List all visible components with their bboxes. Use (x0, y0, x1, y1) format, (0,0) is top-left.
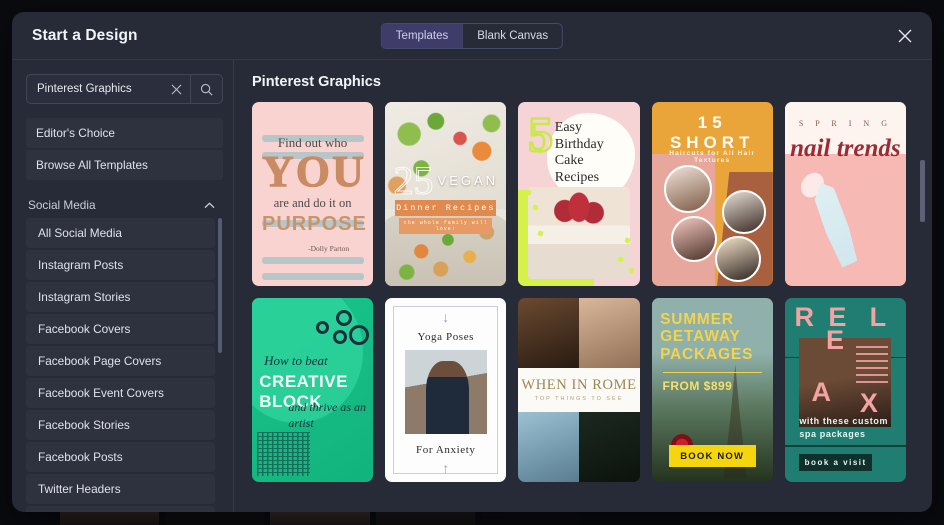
sidebar-section-social-media[interactable]: Social Media (26, 194, 223, 218)
template-card-spring-nail-trends[interactable]: S P R I N G nail trends (784, 102, 906, 286)
quick-links: Editor's Choice Browse All Templates (26, 118, 223, 182)
sidebar-item-twitter-posts[interactable]: Twitter Posts (26, 506, 215, 512)
template-card-15-short-haircuts[interactable]: 15 SHORT Haircuts for All Hair Textures (651, 102, 773, 286)
search-input[interactable] (27, 83, 162, 95)
template-card-how-to-beat-creative-block[interactable]: How to beat CREATIVE BLOCK and thrive as… (252, 298, 374, 482)
template-subtitle: TOP THINGS TO SEE (534, 396, 624, 403)
template-subtitle: Haircuts for All Hair Textures (669, 149, 756, 164)
yoga-photo (404, 349, 487, 435)
rome-photo (518, 404, 579, 482)
sidebar-category-list[interactable]: All Social Media Instagram Posts Instagr… (26, 218, 223, 512)
decorative-rings (313, 309, 370, 357)
sidebar: Editor's Choice Browse All Templates Soc… (12, 60, 234, 512)
chevron-up-icon (204, 198, 215, 212)
template-headline: VEGAN (437, 173, 499, 189)
template-headline: WHEN IN ROME (521, 377, 637, 394)
sidebar-item-instagram-stories[interactable]: Instagram Stories (26, 282, 215, 312)
template-line-2: and thrive as an artist (288, 400, 367, 431)
decorative-hatch (256, 432, 311, 477)
template-emphasis: PURPOSE (262, 213, 367, 236)
template-kicker: S P R I N G (798, 118, 892, 128)
search-icon[interactable] (190, 75, 222, 103)
rome-photo (518, 298, 579, 376)
arrow-down-icon: ↓ (442, 309, 450, 326)
sidebar-item-instagram-posts[interactable]: Instagram Posts (26, 250, 215, 280)
rome-photo (579, 404, 640, 482)
rome-photo (579, 298, 640, 376)
content-scrollbar[interactable] (920, 104, 925, 504)
close-icon[interactable] (892, 23, 918, 49)
nail-polish-photo (814, 182, 858, 268)
template-author: -Dolly Parton (308, 244, 350, 254)
clear-search-icon[interactable] (162, 75, 190, 103)
model-photo (714, 236, 761, 283)
template-card-yoga-poses-for-anxiety[interactable]: ↓ Yoga Poses For Anxiety ↑ (385, 298, 507, 482)
sidebar-scrollbar[interactable] (218, 218, 222, 512)
sidebar-scrollbar-thumb[interactable] (218, 218, 222, 353)
template-card-when-in-rome[interactable]: WHEN IN ROME TOP THINGS TO SEE (518, 298, 640, 482)
tab-blank-canvas[interactable]: Blank Canvas (462, 23, 562, 48)
content-heading: Pinterest Graphics (252, 74, 381, 90)
template-subtitle: For Anxiety (416, 444, 476, 457)
modal-body: Editor's Choice Browse All Templates Soc… (12, 60, 932, 512)
template-cta-button[interactable]: book a visit (799, 453, 873, 471)
sidebar-item-facebook-page-covers[interactable]: Facebook Page Covers (26, 346, 215, 376)
template-cta-button[interactable]: BOOK NOW (668, 445, 756, 468)
modal-header: Start a Design Templates Blank Canvas (12, 12, 932, 60)
sidebar-item-facebook-covers[interactable]: Facebook Covers (26, 314, 215, 344)
sidebar-item-facebook-posts[interactable]: Facebook Posts (26, 442, 215, 472)
sidebar-item-browse-all-templates[interactable]: Browse All Templates (26, 150, 223, 180)
template-browser: Pinterest Graphics Find out who YOU are … (234, 60, 932, 512)
model-photo (663, 164, 713, 214)
template-headline: Yoga Poses (417, 331, 475, 344)
sidebar-item-editors-choice[interactable]: Editor's Choice (26, 118, 223, 148)
page-title: Start a Design (32, 26, 138, 44)
mode-toggle: Templates Blank Canvas (380, 22, 564, 49)
tab-templates[interactable]: Templates (381, 23, 463, 48)
sidebar-item-facebook-stories[interactable]: Facebook Stories (26, 410, 215, 440)
template-headline: SUMMER GETAWAY PACKAGES (660, 310, 754, 363)
title-band: WHEN IN ROME TOP THINGS TO SEE (518, 367, 640, 413)
template-card-find-out-who-you-are-quote[interactable]: Find out who YOU are and do it on PURPOS… (252, 102, 374, 286)
template-line-1: How to beat (264, 353, 328, 369)
arrow-up-icon: ↑ (442, 460, 450, 477)
template-card-relax-spa-packages[interactable]: R E L E A X with these custom spa packag… (784, 298, 906, 482)
model-photo (670, 216, 718, 263)
sidebar-item-all-social-media[interactable]: All Social Media (26, 218, 215, 248)
decorative-dots (518, 102, 639, 286)
template-number: 25 (393, 157, 434, 203)
template-headline: nail trends (790, 135, 901, 163)
template-grid: Find out who YOU are and do it on PURPOS… (252, 102, 912, 512)
search-box (26, 74, 223, 104)
template-line-2: are and do it on (273, 196, 352, 211)
decorative-rule (662, 371, 762, 373)
sidebar-item-twitter-headers[interactable]: Twitter Headers (26, 474, 215, 504)
template-card-5-easy-birthday-cake-recipes[interactable]: 5 Easy Birthday Cake Recipes (518, 102, 640, 286)
model-photo (721, 190, 766, 234)
template-headline: YOU (261, 146, 366, 196)
template-price: FROM $899 (662, 378, 733, 393)
sidebar-section-label: Social Media (28, 198, 96, 212)
template-card-25-vegan-dinner-recipes[interactable]: 25 VEGAN Dinner Recipes the whole family … (385, 102, 507, 286)
start-a-design-modal: Start a Design Templates Blank Canvas Pi… (12, 12, 932, 512)
template-subtitle: with these custom spa packages (799, 415, 889, 440)
content-scrollbar-thumb[interactable] (920, 160, 925, 222)
template-headline: 15 SHORT (669, 113, 755, 153)
template-tagline: the whole family will love! (399, 217, 493, 234)
template-card-summer-getaway-packages[interactable]: SUMMER GETAWAY PACKAGES FROM $899 BOOK N… (651, 298, 773, 482)
sidebar-item-facebook-event-covers[interactable]: Facebook Event Covers (26, 378, 215, 408)
